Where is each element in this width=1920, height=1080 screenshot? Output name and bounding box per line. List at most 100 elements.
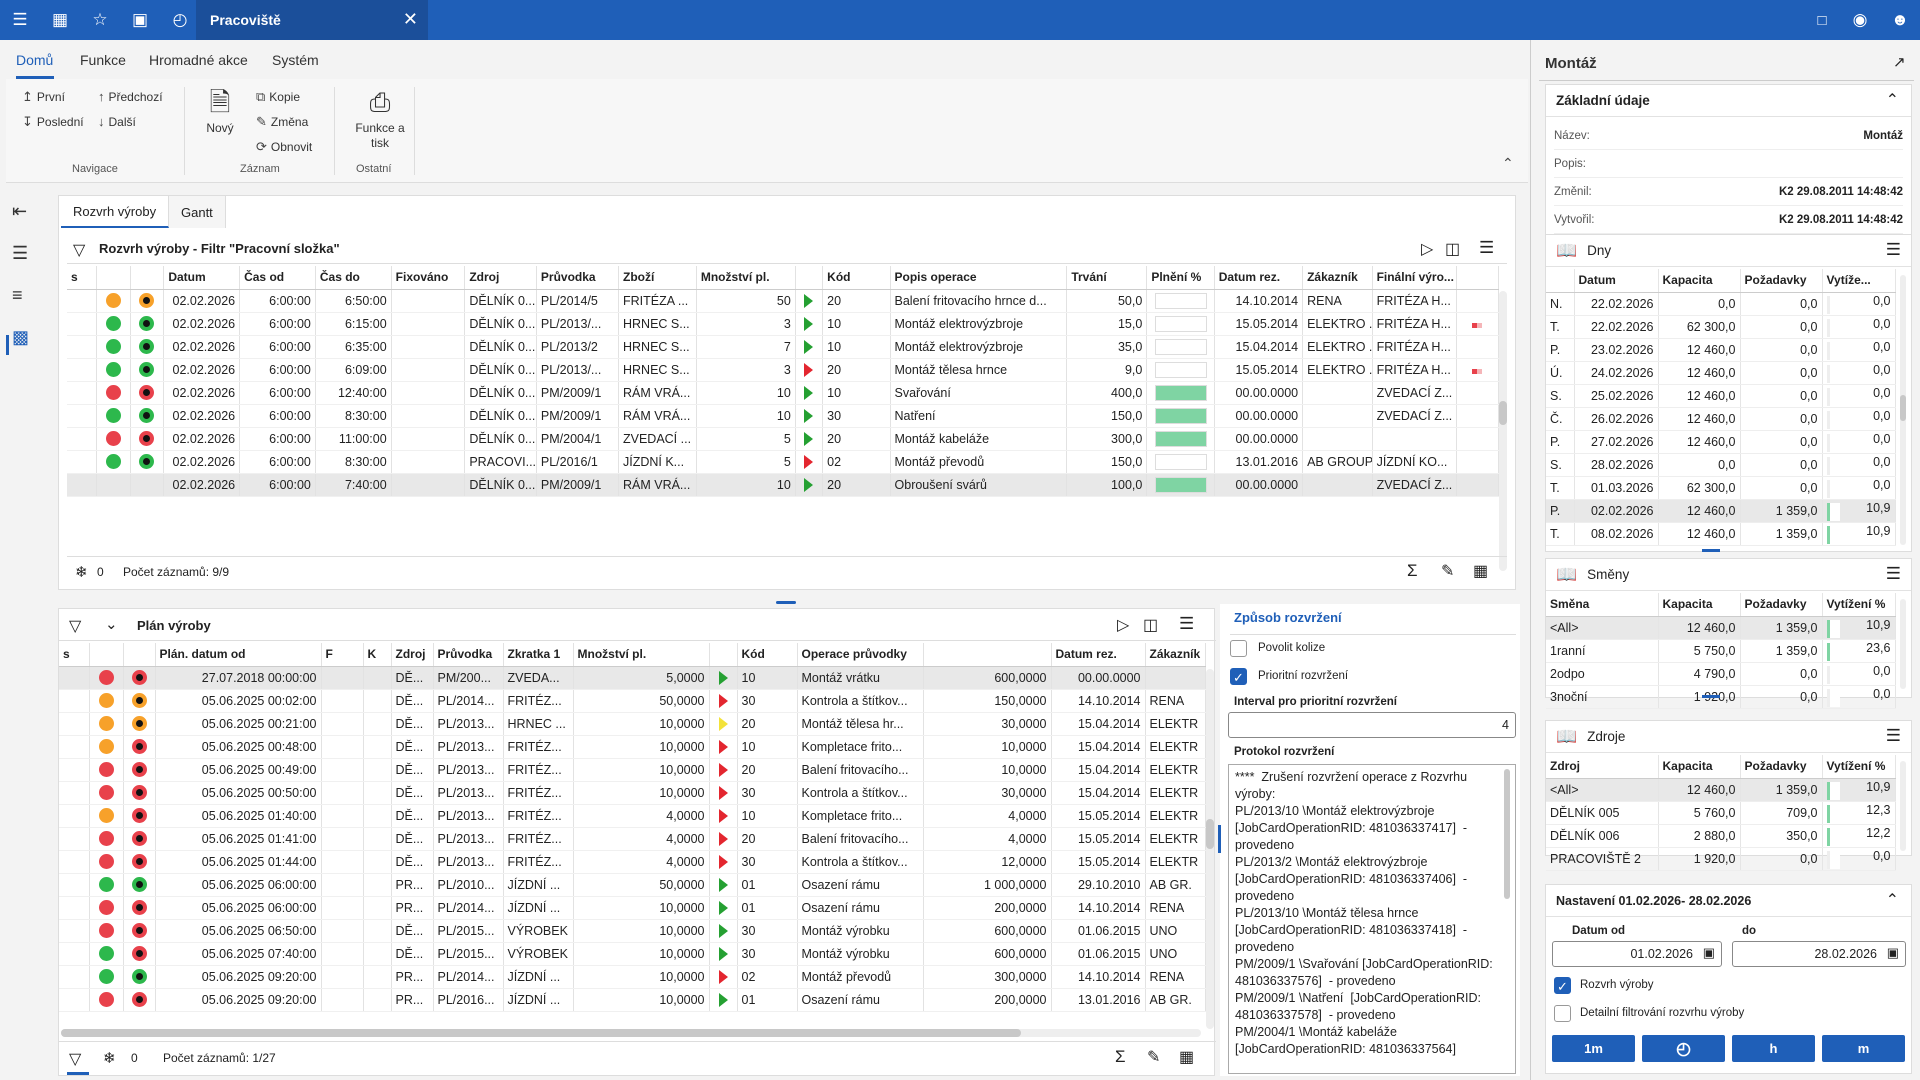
column-header[interactable]: Čas do — [315, 266, 392, 290]
database-icon[interactable]: ☰ — [12, 243, 28, 264]
scrollbar-track[interactable] — [1900, 599, 1906, 689]
calendar-icon[interactable]: ▣ — [1703, 945, 1715, 961]
grid-settings-icon[interactable]: ▦ — [1179, 1047, 1194, 1067]
basic-info-header[interactable]: Základní údaje ⌃ — [1546, 85, 1911, 117]
user-icon[interactable]: ☻ — [1880, 0, 1920, 40]
column-header[interactable]: Datum rez. — [1051, 643, 1146, 667]
column-header[interactable]: Čas od — [239, 266, 316, 290]
functions-print-button[interactable]: ⎙ Funkce a tisk — [346, 89, 414, 151]
menu-icon[interactable]: ☰ — [1886, 240, 1901, 260]
table-row[interactable]: DĚLNÍK 006 2 880,0 350,0 12,2 — [1546, 824, 1896, 848]
column-header[interactable]: F — [321, 643, 364, 667]
column-header[interactable] — [795, 266, 824, 290]
scrollbar-track[interactable] — [1499, 291, 1507, 571]
month-button[interactable]: 1m — [1552, 1035, 1635, 1062]
table-row[interactable]: 05.06.2025 01:41:00 DĚ... PL/2013... FRITÉZ… — [59, 827, 1206, 851]
table-row[interactable]: 02.02.2026 6:00:00 8:30:00 PRACOVI... PL/201… — [67, 450, 1500, 474]
priority-checkbox[interactable]: ✓ — [1230, 668, 1247, 685]
table-row[interactable]: Č. 26.02.2026 12 460,0 0,0 0,0 — [1546, 407, 1896, 431]
table-row[interactable]: 05.06.2025 06:00:00 PR... PL/2010... JÍZDNÍ… — [59, 873, 1206, 897]
play-icon[interactable]: ▷ — [1117, 615, 1129, 635]
snowflake-icon[interactable]: ❄ — [103, 1049, 116, 1067]
column-header[interactable]: Zákazník — [1145, 643, 1206, 667]
column-header[interactable]: Požadavky — [1740, 755, 1823, 779]
column-header[interactable]: Finální výro... — [1372, 266, 1457, 290]
popout-icon[interactable]: ↗ — [1893, 53, 1906, 71]
table-row[interactable]: Ú. 24.02.2026 12 460,0 0,0 0,0 — [1546, 361, 1896, 385]
chat-icon[interactable]: □ — [1802, 0, 1842, 40]
filter-icon[interactable]: ▽ — [69, 616, 81, 636]
chevron-up-icon[interactable]: ⌃ — [1886, 90, 1899, 110]
table-row[interactable]: S. 28.02.2026 0,0 0,0 0,0 — [1546, 453, 1896, 477]
column-header[interactable]: s — [67, 266, 97, 290]
first-button[interactable]: ↥ První — [22, 89, 65, 105]
scrollbar-track[interactable] — [1900, 761, 1906, 851]
menu-icon[interactable]: ☰ — [1886, 726, 1901, 746]
table-row[interactable]: PRACOVIŠTĚ 2 1 920,0 0,0 0,0 — [1546, 847, 1896, 871]
table-row[interactable]: <All> 12 460,0 1 359,0 10,9 — [1546, 616, 1896, 640]
column-header[interactable]: Zdroj — [464, 266, 537, 290]
change-button[interactable]: ✎ Změna — [256, 114, 308, 130]
column-header[interactable] — [709, 643, 738, 667]
column-header[interactable] — [1456, 266, 1500, 290]
table-row[interactable]: 05.06.2025 00:02:00 DĚ... PL/2014... FRITÉZ… — [59, 689, 1206, 713]
sum-icon[interactable]: Σ — [1115, 1047, 1126, 1067]
column-header[interactable] — [923, 643, 1052, 667]
column-header[interactable]: Množství pl. — [573, 643, 710, 667]
column-header[interactable]: Požadavky — [1740, 269, 1823, 293]
table-row[interactable]: 02.02.2026 6:00:00 12:40:00 DĚLNÍK 0... PM/2… — [67, 381, 1500, 405]
clock-button[interactable]: ◴ — [1642, 1035, 1725, 1062]
menu-icon[interactable]: ☰ — [1179, 614, 1194, 634]
column-header[interactable]: Datum — [1574, 269, 1659, 293]
copy-button[interactable]: ⧉ Kopie — [256, 89, 300, 105]
table-row[interactable]: 1ranní 5 750,0 1 359,0 23,6 — [1546, 639, 1896, 663]
column-header[interactable] — [89, 643, 124, 667]
column-header[interactable]: Kapacita — [1658, 593, 1741, 617]
column-header[interactable]: Vytíže... — [1822, 269, 1896, 293]
table-row[interactable]: DĚLNÍK 005 5 760,0 709,0 12,3 — [1546, 801, 1896, 825]
table-row[interactable]: 02.02.2026 6:00:00 6:35:00 DĚLNÍK 0... PL/20… — [67, 335, 1500, 359]
workplace-icon[interactable]: ▩ — [12, 327, 29, 348]
scrollbar-track[interactable] — [1206, 669, 1214, 1029]
table-row[interactable]: T. 08.02.2026 12 460,0 1 359,0 10,9 — [1546, 522, 1896, 546]
table-row[interactable]: 02.02.2026 6:00:00 7:40:00 DĚLNÍK 0... PM/20… — [67, 473, 1500, 497]
next-button[interactable]: ↓ Další — [98, 114, 136, 129]
clock-icon[interactable]: ◴ — [160, 0, 200, 40]
chevron-down-icon[interactable]: ⌄ — [105, 615, 118, 633]
scrollbar-thumb[interactable] — [1206, 819, 1214, 849]
filter-icon[interactable]: ▽ — [69, 1049, 81, 1069]
play-icon[interactable]: ▷ — [1421, 239, 1433, 259]
scrollbar-thumb[interactable] — [1504, 769, 1510, 899]
column-header[interactable]: Požadavky — [1740, 593, 1823, 617]
column-header[interactable]: Zkratka 1 — [503, 643, 574, 667]
table-row[interactable]: N. 22.02.2026 0,0 0,0 0,0 — [1546, 292, 1896, 316]
column-header[interactable]: Vytížení % — [1822, 755, 1896, 779]
collapse-ribbon-icon[interactable]: ⌃ — [1502, 155, 1514, 172]
chevron-up-icon[interactable]: ⌃ — [1886, 890, 1899, 910]
table-row[interactable]: 02.02.2026 6:00:00 6:09:00 DĚLNÍK 0... PL/20… — [67, 358, 1500, 382]
calendar-icon[interactable]: ▣ — [1887, 945, 1899, 961]
table-row[interactable]: 2odpo 4 790,0 0,0 0,0 — [1546, 662, 1896, 686]
column-header[interactable]: Průvodka — [433, 643, 504, 667]
splitter-handle[interactable] — [1702, 695, 1720, 698]
table-row[interactable]: 3noční 1 920,0 0,0 0,0 — [1546, 685, 1896, 709]
table-row[interactable]: 27.07.2018 00:00:00 DĚ... PM/200... ZVEDA..… — [59, 666, 1206, 690]
table-row[interactable]: <All> 12 460,0 1 359,0 10,9 — [1546, 778, 1896, 802]
column-header[interactable]: Směna — [1546, 593, 1659, 617]
splitter-handle[interactable] — [1702, 549, 1720, 552]
schedule-checkbox[interactable]: ✓ — [1554, 977, 1571, 994]
detail-filter-checkbox[interactable] — [1554, 1005, 1571, 1022]
table-row[interactable]: 05.06.2025 01:44:00 DĚ... PL/2013... FRITÉZ… — [59, 850, 1206, 874]
column-header[interactable]: Kód — [737, 643, 798, 667]
column-header[interactable] — [1546, 269, 1575, 293]
new-button[interactable]: 🗎 Nový — [202, 89, 238, 136]
close-icon[interactable]: ✕ — [403, 9, 418, 30]
column-header[interactable]: Datum — [163, 266, 241, 290]
table-row[interactable]: P. 27.02.2026 12 460,0 0,0 0,0 — [1546, 430, 1896, 454]
table-row[interactable]: 05.06.2025 00:49:00 DĚ... PL/2013... FRITÉZ… — [59, 758, 1206, 782]
grid-settings-icon[interactable]: ▦ — [1473, 561, 1488, 581]
exit-panel-icon[interactable]: ⇤ — [12, 201, 27, 222]
menu-icon[interactable]: ☰ — [1886, 564, 1901, 584]
apps-grid-icon[interactable]: ▦ — [40, 0, 80, 40]
column-header[interactable]: Množství pl. — [696, 266, 796, 290]
